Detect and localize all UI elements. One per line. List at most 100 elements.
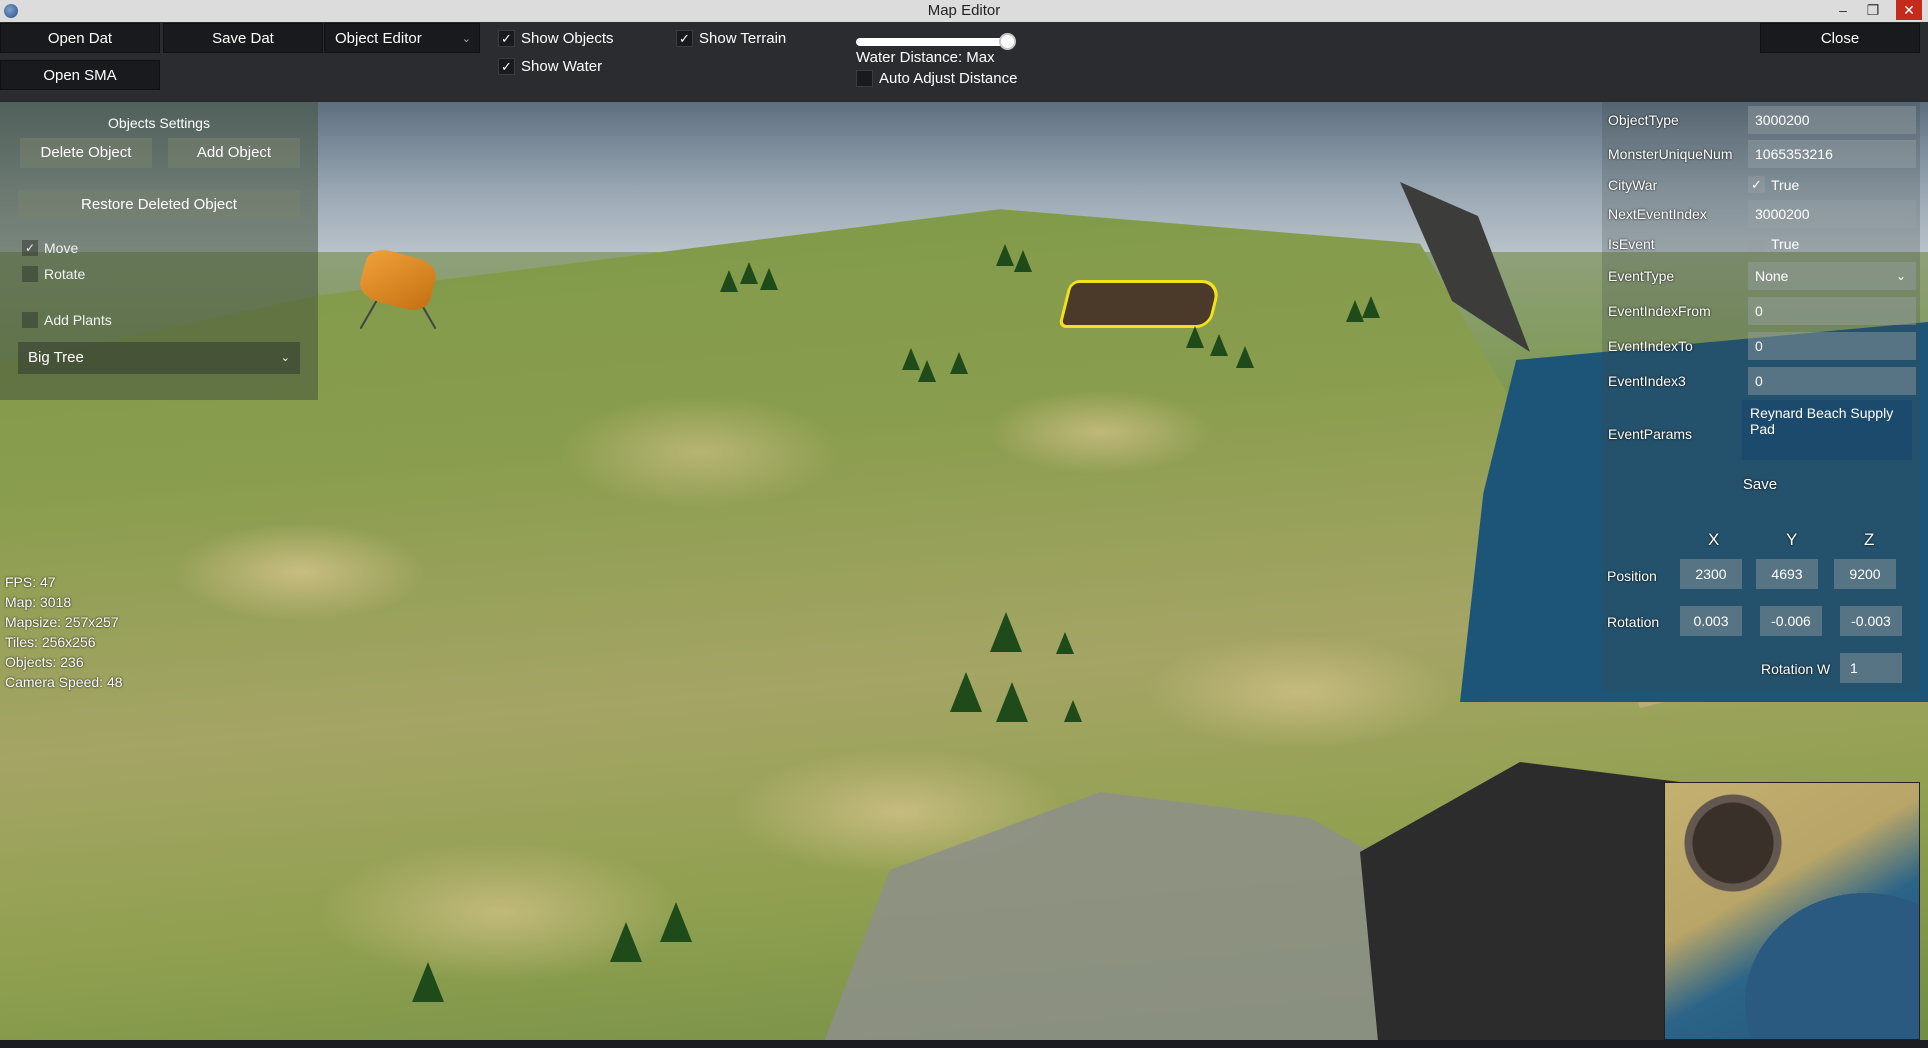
event-index-from-row: EventIndexFrom 0 <box>1608 297 1918 325</box>
maximize-icon[interactable]: ❐ <box>1860 0 1886 20</box>
axis-y-header: Y <box>1786 530 1798 549</box>
monster-unique-num-label: MonsterUniqueNum <box>1608 146 1733 162</box>
slider-track <box>856 38 1006 46</box>
tree <box>1056 632 1074 654</box>
event-type-label: EventType <box>1608 268 1675 284</box>
next-event-index-row: NextEventIndex 3000200 <box>1608 200 1918 228</box>
event-index-to-row: EventIndexTo 0 <box>1608 332 1918 360</box>
checkbox-box <box>22 312 38 328</box>
tree <box>610 922 642 962</box>
auto-adjust-label: Auto Adjust Distance <box>879 70 1018 87</box>
taskbar <box>0 1040 1928 1048</box>
next-event-index-label: NextEventIndex <box>1608 206 1707 222</box>
monster-unique-num-row: MonsterUniqueNum 1065353216 <box>1608 140 1918 168</box>
show-objects-checkbox[interactable]: ✓ Show Objects <box>498 30 614 47</box>
position-z-field[interactable]: 9200 <box>1834 559 1896 589</box>
open-sma-button[interactable]: Open SMA <box>0 60 160 90</box>
water-distance-label: Water Distance: Max <box>856 49 995 66</box>
rotation-z-field[interactable]: -0.003 <box>1840 606 1902 636</box>
save-dat-button[interactable]: Save Dat <box>163 23 323 53</box>
event-type-row: EventType None ⌄ <box>1608 262 1918 290</box>
event-type-value: None <box>1755 268 1789 284</box>
chevron-down-icon: ⌄ <box>461 33 471 45</box>
position-label: Position <box>1607 568 1657 584</box>
rotate-checkbox[interactable]: Rotate <box>22 266 85 282</box>
add-plants-checkbox[interactable]: Add Plants <box>22 312 112 328</box>
chevron-down-icon: ⌄ <box>1895 269 1906 283</box>
plant-type-value: Big Tree <box>28 349 84 366</box>
tree <box>412 962 444 1002</box>
move-checkbox[interactable]: ✓ Move <box>22 240 78 256</box>
axis-z-header: Z <box>1864 530 1875 549</box>
mapsize-readout: Mapsize: 257x257 <box>5 614 119 630</box>
add-object-button[interactable]: Add Object <box>168 138 300 168</box>
tree <box>740 262 758 284</box>
objects-settings-panel: Objects Settings Delete Object Add Objec… <box>0 102 318 400</box>
checkmark-icon: ✓ <box>676 30 693 47</box>
tree <box>1186 326 1204 348</box>
rotate-label: Rotate <box>44 266 86 282</box>
window-title: Map Editor <box>927 2 1001 19</box>
title-bar: Map Editor – ❐ ✕ <box>0 0 1928 22</box>
event-index3-label: EventIndex3 <box>1608 373 1686 389</box>
objects-settings-title: Objects Settings <box>108 115 210 131</box>
tree <box>1064 700 1082 722</box>
city-war-checkbox[interactable]: ✓ True <box>1748 176 1799 193</box>
monster-unique-num-field[interactable]: 1065353216 <box>1748 140 1916 168</box>
event-index-from-field[interactable]: 0 <box>1748 297 1916 325</box>
show-water-checkbox[interactable]: ✓ Show Water <box>498 58 602 75</box>
delete-object-button[interactable]: Delete Object <box>20 138 152 168</box>
position-y-field[interactable]: 4693 <box>1756 559 1818 589</box>
checkmark-icon: ✓ <box>498 58 515 75</box>
objects-readout: Objects: 236 <box>5 654 84 670</box>
restore-deleted-object-button[interactable]: Restore Deleted Object <box>18 190 300 220</box>
event-index-to-field[interactable]: 0 <box>1748 332 1916 360</box>
minimap[interactable] <box>1664 782 1920 1040</box>
checkmark-icon: ✓ <box>498 30 515 47</box>
move-label: Move <box>44 240 79 256</box>
tree <box>950 672 982 712</box>
rotation-w-field[interactable]: 1 <box>1840 653 1902 683</box>
minimize-icon[interactable]: – <box>1830 0 1856 20</box>
map-readout: Map: 3018 <box>5 594 72 610</box>
plant-type-select[interactable]: Big Tree ⌄ <box>18 342 300 374</box>
auto-adjust-checkbox[interactable]: Auto Adjust Distance <box>856 70 1017 87</box>
next-event-index-field[interactable]: 3000200 <box>1748 200 1916 228</box>
event-index-to-label: EventIndexTo <box>1608 338 1693 354</box>
position-x-field[interactable]: 2300 <box>1680 559 1742 589</box>
toolbar: Open Dat Save Dat Object Editor ⌄ Open S… <box>0 22 1928 102</box>
camera-speed-readout: Camera Speed: 48 <box>5 674 123 690</box>
open-dat-button[interactable]: Open Dat <box>0 23 160 53</box>
show-terrain-checkbox[interactable]: ✓ Show Terrain <box>676 30 786 47</box>
checkbox-box <box>1748 235 1765 252</box>
chevron-down-icon: ⌄ <box>280 352 290 364</box>
axis-x-header: X <box>1708 530 1720 549</box>
event-index3-field[interactable]: 0 <box>1748 367 1916 395</box>
editor-mode-dropdown[interactable]: Object Editor ⌄ <box>324 23 480 53</box>
fps-readout: FPS: 47 <box>5 574 56 590</box>
is-event-checkbox[interactable]: True <box>1748 235 1799 252</box>
event-index3-row: EventIndex3 0 <box>1608 367 1918 395</box>
tree <box>720 270 738 292</box>
event-index-from-label: EventIndexFrom <box>1608 303 1711 319</box>
stats-overlay: FPS: 47 Map: 3018 Mapsize: 257x257 Tiles… <box>5 572 123 692</box>
selected-supply-pad[interactable] <box>1058 280 1222 328</box>
close-icon[interactable]: ✕ <box>1896 0 1922 20</box>
tree <box>1210 334 1228 356</box>
event-params-field[interactable]: Reynard Beach Supply Pad <box>1742 400 1912 460</box>
rotation-x-field[interactable]: 0.003 <box>1680 606 1742 636</box>
rotation-y-field[interactable]: -0.006 <box>1760 606 1822 636</box>
object-type-field[interactable]: 3000200 <box>1748 106 1916 134</box>
is-event-row: IsEvent True <box>1608 230 1918 258</box>
close-button[interactable]: Close <box>1760 23 1920 53</box>
tree <box>1236 346 1254 368</box>
checkbox-box <box>22 266 38 282</box>
slider-thumb[interactable] <box>999 33 1016 50</box>
add-plants-label: Add Plants <box>44 312 112 328</box>
save-button[interactable]: Save <box>1700 476 1820 498</box>
water-distance-slider[interactable] <box>856 33 1016 50</box>
tree <box>1362 296 1380 318</box>
satellite-object[interactable] <box>352 242 442 330</box>
event-type-select[interactable]: None ⌄ <box>1748 262 1916 290</box>
checkbox-box <box>856 70 873 87</box>
